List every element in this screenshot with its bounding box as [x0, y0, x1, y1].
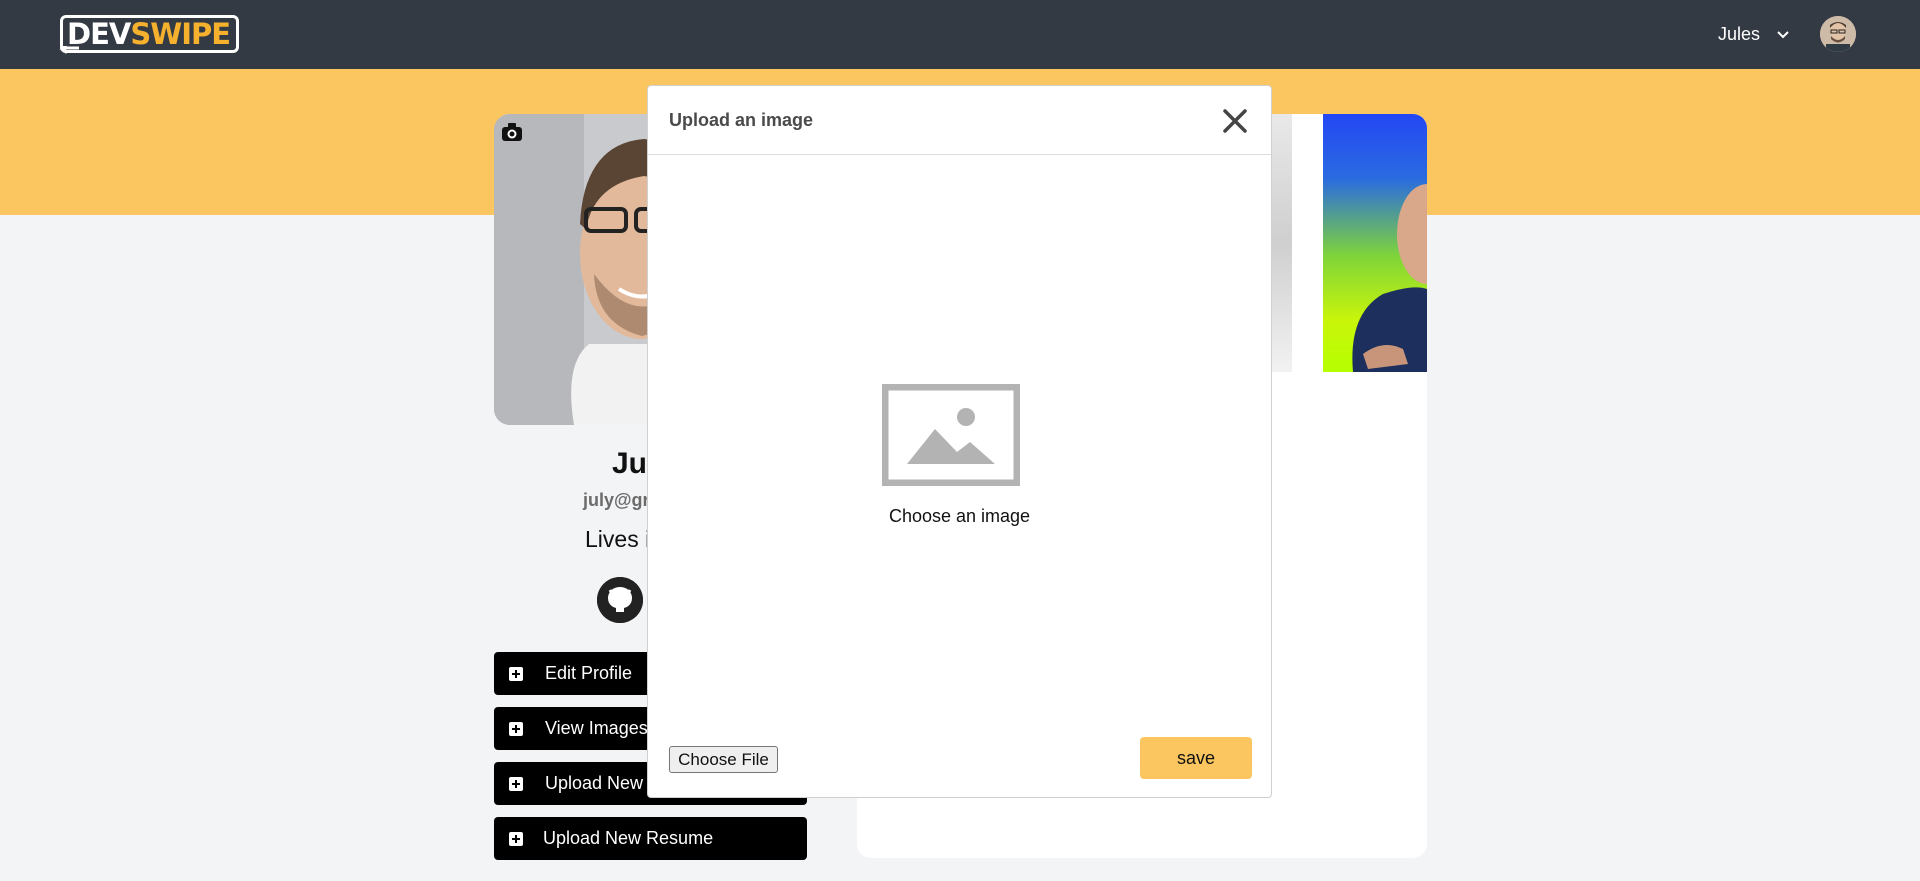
gallery-portrait-image	[1352, 184, 1427, 372]
github-icon[interactable]	[597, 577, 643, 623]
upload-new-image-label: Upload New I	[545, 773, 654, 793]
chevron-down-icon[interactable]	[1775, 27, 1791, 43]
choose-file-button[interactable]: Choose File	[669, 746, 778, 773]
edit-profile-label: Edit Profile	[545, 663, 633, 683]
github-logo-icon	[597, 577, 643, 623]
plus-square-icon	[509, 721, 523, 736]
profile-name: Ju	[612, 447, 648, 480]
logo-swipe-text: SWIPE	[130, 17, 231, 51]
swipe-arrow-icon	[59, 46, 79, 54]
plus-square-icon	[509, 776, 523, 791]
devswipe-logo[interactable]: DEV SWIPE	[59, 12, 240, 56]
avatar-portrait-icon	[1820, 16, 1856, 52]
upload-new-resume-button[interactable]: Upload New Resume	[494, 817, 807, 860]
close-icon[interactable]	[1220, 106, 1250, 136]
gallery-image[interactable]	[1323, 114, 1427, 372]
top-navbar: DEV SWIPE Jules	[0, 0, 1920, 69]
profile-email: july@gr	[583, 490, 650, 510]
logo-frame: DEV SWIPE	[59, 15, 240, 54]
modal-title: Upload an image	[669, 110, 814, 130]
plus-square-icon	[509, 666, 523, 681]
plus-square-icon	[509, 831, 523, 846]
view-images-label: View Images	[545, 718, 648, 738]
save-button[interactable]: save	[1140, 737, 1252, 779]
upload-new-resume-label: Upload New Resume	[543, 828, 714, 848]
modal-header: Upload an image	[648, 86, 1271, 155]
upload-image-modal: Upload an image Choose an image Choose F…	[647, 85, 1272, 798]
user-avatar[interactable]	[1820, 16, 1856, 52]
choose-image-text: Choose an image	[888, 506, 1031, 526]
image-placeholder-icon[interactable]	[882, 384, 1020, 486]
profile-location: Lives i	[585, 526, 651, 552]
camera-icon[interactable]	[500, 120, 524, 144]
user-menu-name[interactable]: Jules	[1718, 24, 1760, 45]
